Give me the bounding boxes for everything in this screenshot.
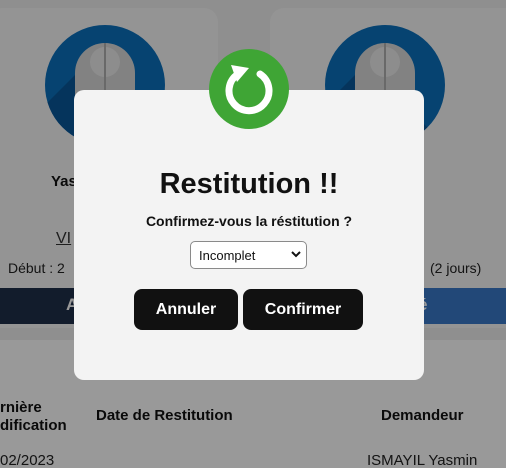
dialog-title: Restitution !! — [159, 168, 339, 200]
confirm-button[interactable]: Confirmer — [243, 289, 363, 330]
cancel-button[interactable]: Annuler — [134, 289, 238, 330]
restore-icon — [209, 49, 289, 129]
dialog-question: Confirmez-vous la réstitution ? — [145, 213, 353, 229]
confirm-dialog — [74, 90, 424, 380]
chevron-down-icon — [291, 251, 301, 258]
